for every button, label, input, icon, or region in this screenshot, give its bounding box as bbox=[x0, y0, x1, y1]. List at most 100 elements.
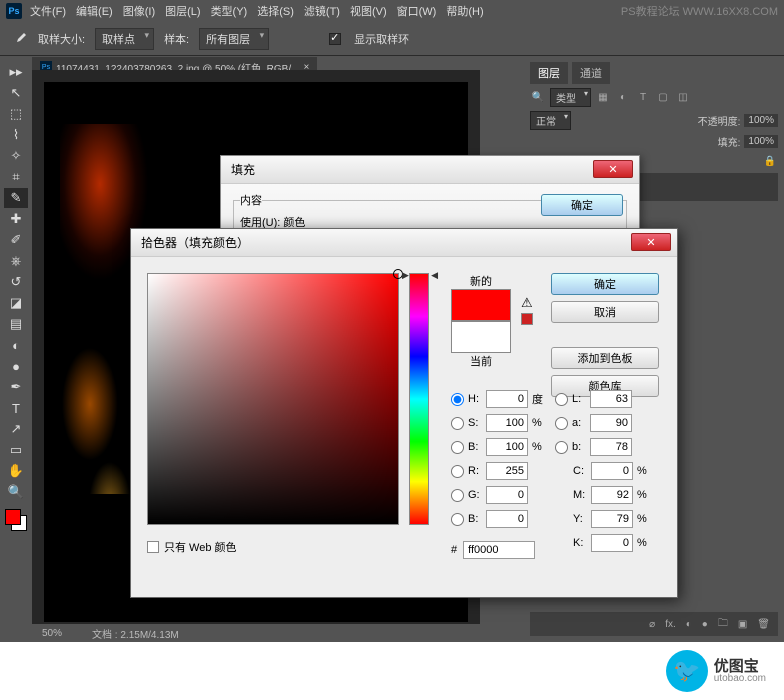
menu-filter[interactable]: 滤镜(T) bbox=[304, 3, 340, 19]
zoom-level[interactable]: 50% bbox=[42, 628, 62, 639]
crop-tool-icon[interactable]: ⌗ bbox=[4, 167, 28, 187]
menu-help[interactable]: 帮助(H) bbox=[446, 3, 483, 19]
g-input[interactable] bbox=[486, 486, 528, 504]
menu-window[interactable]: 窗口(W) bbox=[397, 3, 437, 19]
hex-input[interactable] bbox=[463, 541, 535, 559]
shape-tool-icon[interactable]: ▭ bbox=[4, 440, 28, 460]
history-tool-icon[interactable]: ↺ bbox=[4, 272, 28, 292]
eraser-tool-icon[interactable]: ◪ bbox=[4, 293, 28, 313]
warning-icon[interactable]: ⚠ bbox=[521, 295, 533, 311]
show-ring-checkbox[interactable] bbox=[329, 33, 341, 45]
opacity-value[interactable]: 100% bbox=[744, 114, 778, 127]
dodge-tool-icon[interactable]: ● bbox=[4, 356, 28, 376]
radio-r[interactable] bbox=[451, 465, 464, 478]
trash-icon[interactable]: 🗑 bbox=[757, 619, 770, 630]
lasso-tool-icon[interactable]: ⌇ bbox=[4, 125, 28, 145]
y-input[interactable] bbox=[591, 510, 633, 528]
link-icon[interactable]: ⌀ bbox=[649, 619, 655, 630]
radio-g[interactable] bbox=[451, 489, 464, 502]
cp-ok-button[interactable]: 确定 bbox=[551, 273, 659, 295]
adjust-icon[interactable]: ◐ bbox=[615, 90, 631, 106]
color-swatches[interactable] bbox=[5, 509, 27, 531]
stamp-tool-icon[interactable]: ⎈ bbox=[4, 251, 28, 271]
fx-icon[interactable]: fx. bbox=[665, 619, 676, 630]
type-tool-icon[interactable]: T bbox=[4, 398, 28, 418]
type-icon[interactable]: T bbox=[635, 90, 651, 106]
adjust-layer-icon[interactable]: ● bbox=[702, 619, 708, 630]
radio-s[interactable] bbox=[451, 417, 464, 430]
pen-tool-icon[interactable]: ✒ bbox=[4, 377, 28, 397]
marquee-tool-icon[interactable]: ⬚ bbox=[4, 104, 28, 124]
cp-cancel-button[interactable]: 取消 bbox=[551, 301, 659, 323]
radio-l[interactable] bbox=[555, 393, 568, 406]
menu-file[interactable]: 文件(F) bbox=[30, 3, 66, 19]
menu-layer[interactable]: 图层(L) bbox=[165, 3, 200, 19]
filter-icon[interactable]: 🔍 bbox=[530, 90, 546, 106]
l-input[interactable] bbox=[590, 390, 632, 408]
brush-tool-icon[interactable]: ✐ bbox=[4, 230, 28, 250]
m-input[interactable] bbox=[591, 486, 633, 504]
menu-edit[interactable]: 编辑(E) bbox=[76, 3, 113, 19]
b-input[interactable] bbox=[486, 438, 528, 456]
k-input[interactable] bbox=[591, 534, 633, 552]
lock-icon[interactable]: 🔒 bbox=[762, 153, 778, 169]
a-label: a: bbox=[572, 417, 586, 429]
fill-titlebar[interactable]: 填充 ✕ bbox=[221, 156, 639, 184]
radio-h[interactable] bbox=[451, 393, 464, 406]
color-picker-dialog: 拾色器（填充颜色） ✕ ▶◀ 新的 当前 ⚠ 确定 取消 添加到色板 颜色库 bbox=[130, 228, 678, 598]
tab-channels[interactable]: 通道 bbox=[572, 62, 610, 84]
photoshop-window: Ps 文件(F) 编辑(E) 图像(I) 图层(L) 类型(Y) 选择(S) 滤… bbox=[0, 0, 784, 642]
close-button[interactable]: ✕ bbox=[593, 160, 633, 178]
lab-b-input[interactable] bbox=[590, 438, 632, 456]
blend-dropdown[interactable]: 正常 bbox=[530, 111, 571, 130]
fill-ok-button[interactable]: 确定 bbox=[541, 194, 623, 216]
expand-icon[interactable]: ▸▸ bbox=[4, 62, 28, 82]
wand-tool-icon[interactable]: ✧ bbox=[4, 146, 28, 166]
path-tool-icon[interactable]: ↗ bbox=[4, 419, 28, 439]
heal-tool-icon[interactable]: ✚ bbox=[4, 209, 28, 229]
cp-titlebar[interactable]: 拾色器（填充颜色） ✕ bbox=[131, 229, 677, 257]
eyedropper-tool-icon[interactable]: ✎ bbox=[4, 188, 28, 208]
menu-image[interactable]: 图像(I) bbox=[123, 3, 155, 19]
sample-dropdown[interactable]: 所有图层 bbox=[199, 28, 269, 50]
hand-tool-icon[interactable]: ✋ bbox=[4, 461, 28, 481]
menu-select[interactable]: 选择(S) bbox=[257, 3, 294, 19]
bb-input[interactable] bbox=[486, 510, 528, 528]
pixel-icon[interactable]: ▦ bbox=[595, 90, 611, 106]
current-color-swatch[interactable] bbox=[451, 321, 511, 353]
mask-icon[interactable]: ◐ bbox=[686, 619, 692, 630]
move-tool-icon[interactable]: ↖ bbox=[4, 83, 28, 103]
smart-icon[interactable]: ◫ bbox=[675, 90, 691, 106]
radio-lab-b[interactable] bbox=[555, 441, 568, 454]
radio-b[interactable] bbox=[451, 441, 464, 454]
zoom-tool-icon[interactable]: 🔍 bbox=[4, 482, 28, 502]
color-field[interactable] bbox=[147, 273, 399, 525]
warning-swatch[interactable] bbox=[521, 313, 533, 325]
shape-icon[interactable]: ▢ bbox=[655, 90, 671, 106]
r-input[interactable] bbox=[486, 462, 528, 480]
menu-type[interactable]: 类型(Y) bbox=[211, 3, 248, 19]
new-layer-icon[interactable]: ▣ bbox=[738, 619, 747, 630]
h-input[interactable] bbox=[486, 390, 528, 408]
fill-value[interactable]: 100% bbox=[744, 135, 778, 148]
menu-view[interactable]: 视图(V) bbox=[350, 3, 387, 19]
sample-size-dropdown[interactable]: 取样点 bbox=[95, 28, 154, 50]
cp-close-button[interactable]: ✕ bbox=[631, 233, 671, 251]
a-input[interactable] bbox=[590, 414, 632, 432]
radio-a[interactable] bbox=[555, 417, 568, 430]
options-bar: 取样大小: 取样点 样本: 所有图层 显示取样环 bbox=[0, 22, 784, 56]
web-only-checkbox[interactable] bbox=[147, 541, 159, 553]
kind-dropdown[interactable]: 类型 bbox=[550, 88, 591, 107]
add-swatch-button[interactable]: 添加到色板 bbox=[551, 347, 659, 369]
tab-layers[interactable]: 图层 bbox=[530, 62, 568, 84]
gradient-tool-icon[interactable]: ▤ bbox=[4, 314, 28, 334]
radio-bb[interactable] bbox=[451, 513, 464, 526]
new-color-swatch[interactable] bbox=[451, 289, 511, 321]
eyedropper-icon bbox=[12, 31, 28, 47]
c-input[interactable] bbox=[591, 462, 633, 480]
s-input[interactable] bbox=[486, 414, 528, 432]
folder-icon[interactable]: 🗀 bbox=[718, 616, 728, 633]
hue-slider[interactable]: ▶◀ bbox=[409, 273, 429, 525]
blur-tool-icon[interactable]: ◐ bbox=[4, 335, 28, 355]
b-unit: % bbox=[532, 441, 546, 453]
